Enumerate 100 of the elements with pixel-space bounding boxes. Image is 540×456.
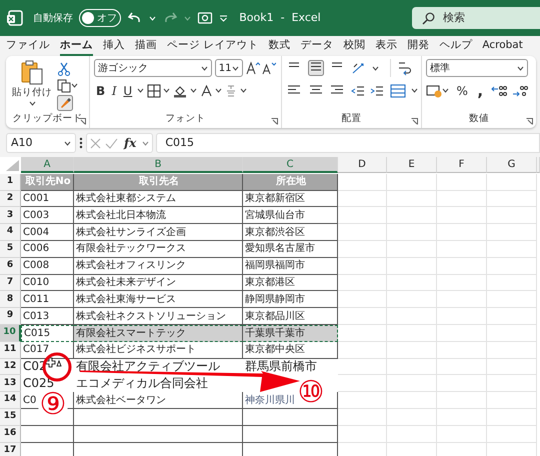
caret-icon[interactable]	[136, 88, 144, 93]
empty-cell	[437, 207, 487, 224]
column-header[interactable]: C	[243, 157, 338, 173]
caret-icon[interactable]	[190, 88, 197, 93]
column-header[interactable]: F	[437, 157, 487, 173]
decrease-indent-icon[interactable]	[350, 84, 364, 98]
row-header[interactable]: 5	[0, 240, 21, 258]
shrink-font-icon[interactable]	[262, 61, 276, 75]
table-cell: 株式会社オフィスリンク	[74, 258, 243, 275]
row-header[interactable]: 13	[0, 375, 21, 392]
percent-button[interactable]: %	[454, 82, 470, 98]
more-options-icon[interactable]	[79, 137, 83, 149]
currency-format-icon[interactable]	[426, 84, 442, 98]
dialog-launcher-icon[interactable]	[271, 118, 278, 125]
menu-tab[interactable]: 挿入	[103, 38, 125, 56]
caret-icon[interactable]	[64, 140, 71, 146]
column-header[interactable]: E	[387, 157, 437, 173]
grow-font-icon[interactable]	[246, 61, 260, 75]
name-box[interactable]: A10	[6, 133, 76, 153]
empty-cell	[387, 224, 437, 241]
scissors-icon[interactable]	[56, 62, 71, 76]
enter-check-icon[interactable]	[105, 138, 118, 148]
row-header[interactable]: 9	[0, 308, 21, 325]
menu-tab[interactable]: 開発	[407, 38, 430, 56]
merge-cells-icon[interactable]	[390, 84, 406, 98]
row-header[interactable]: 11	[0, 342, 21, 359]
caret-icon[interactable]	[70, 83, 78, 88]
column-header[interactable]: B	[74, 157, 243, 173]
menu-tab[interactable]: データ	[300, 38, 334, 56]
row-header[interactable]: 14	[0, 392, 21, 409]
menu-tab[interactable]: 数式	[268, 38, 290, 56]
row-header[interactable]: 7	[0, 274, 21, 292]
column-title: 取引先名	[74, 174, 243, 191]
caret-icon[interactable]	[372, 66, 379, 70]
row-header[interactable]: 12	[0, 358, 21, 376]
empty-cell	[338, 342, 387, 359]
caret-icon[interactable]	[201, 66, 208, 70]
increase-indent-icon[interactable]	[370, 84, 384, 98]
caret-icon[interactable]	[232, 66, 239, 70]
caret-icon[interactable]	[411, 88, 418, 93]
align-middle-icon[interactable]	[308, 60, 324, 76]
customize-caret-icon[interactable]	[218, 14, 228, 22]
row-header[interactable]: 17	[0, 442, 21, 456]
copy-icon[interactable]	[56, 78, 71, 92]
insert-function-button[interactable]: fx	[122, 135, 138, 151]
wrap-text-icon[interactable]	[396, 60, 412, 76]
row-header[interactable]: 4	[0, 224, 21, 241]
empty-cell	[338, 308, 387, 325]
italic-button[interactable]: I	[110, 82, 119, 98]
table-cell: 株式会社北日本物流	[74, 207, 243, 224]
caret-icon[interactable]	[28, 101, 36, 106]
caret-icon[interactable]	[517, 66, 524, 70]
font-color-icon[interactable]	[200, 84, 213, 98]
increase-decimal-icon[interactable]	[490, 84, 507, 98]
font-size-select[interactable]: 11	[214, 59, 243, 77]
font-name-select[interactable]: 游ゴシック	[94, 59, 212, 77]
empty-cell	[387, 240, 437, 258]
table-cell: C001	[21, 190, 74, 208]
caret-icon[interactable]	[215, 88, 222, 93]
fill-color-icon[interactable]	[173, 84, 188, 98]
row-header[interactable]: 8	[0, 291, 21, 308]
format-painter-icon[interactable]	[56, 95, 73, 112]
number-format-select[interactable]: 標準	[426, 59, 528, 77]
menu-tab[interactable]: 描画	[135, 38, 157, 56]
empty-cell	[437, 392, 487, 409]
empty-cell	[487, 274, 537, 292]
caret-icon[interactable]	[240, 88, 247, 93]
row-header[interactable]: 2	[0, 190, 21, 208]
menu-tab[interactable]: Acrobat	[482, 38, 523, 56]
orientation-icon[interactable]	[350, 61, 366, 75]
caret-icon[interactable]	[163, 88, 170, 93]
underline-button[interactable]: U	[121, 82, 134, 98]
borders-icon[interactable]	[146, 84, 161, 98]
dialog-launcher-icon[interactable]	[79, 118, 86, 125]
empty-cell	[437, 190, 487, 208]
table-cell: 有限会社テックワークス	[74, 240, 243, 258]
menu-tab[interactable]: 表示	[375, 38, 398, 56]
paste-button[interactable]: 貼り付け	[10, 59, 54, 101]
dialog-launcher-icon[interactable]	[526, 118, 533, 125]
decrease-decimal-icon[interactable]	[512, 84, 528, 98]
menu-tab[interactable]: 校閲	[343, 38, 366, 56]
row-header[interactable]: 15	[0, 408, 21, 426]
menu-tab[interactable]: ファイル	[6, 38, 50, 56]
autosave-toggle[interactable]: オフ	[78, 9, 121, 27]
dialog-launcher-icon[interactable]	[411, 118, 418, 125]
search-field[interactable]: 検索	[412, 7, 540, 29]
column-header[interactable]: A	[21, 157, 74, 173]
bold-button[interactable]: B	[94, 82, 108, 98]
formula-field[interactable]: C015	[156, 133, 540, 153]
row-header[interactable]: 16	[0, 426, 21, 443]
menu-tab[interactable]: ページ レイアウト	[167, 38, 258, 56]
column-header[interactable]: D	[338, 157, 387, 173]
menu-tab[interactable]: ヘルプ	[439, 38, 472, 56]
row-header[interactable]: 10	[0, 324, 21, 342]
row-header[interactable]: 1	[0, 174, 21, 191]
column-header[interactable]: G	[487, 157, 537, 173]
row-header[interactable]: 6	[0, 258, 21, 275]
camera-icon[interactable]	[196, 10, 213, 26]
row-header[interactable]: 3	[0, 207, 21, 224]
caret-icon[interactable]	[442, 88, 449, 93]
